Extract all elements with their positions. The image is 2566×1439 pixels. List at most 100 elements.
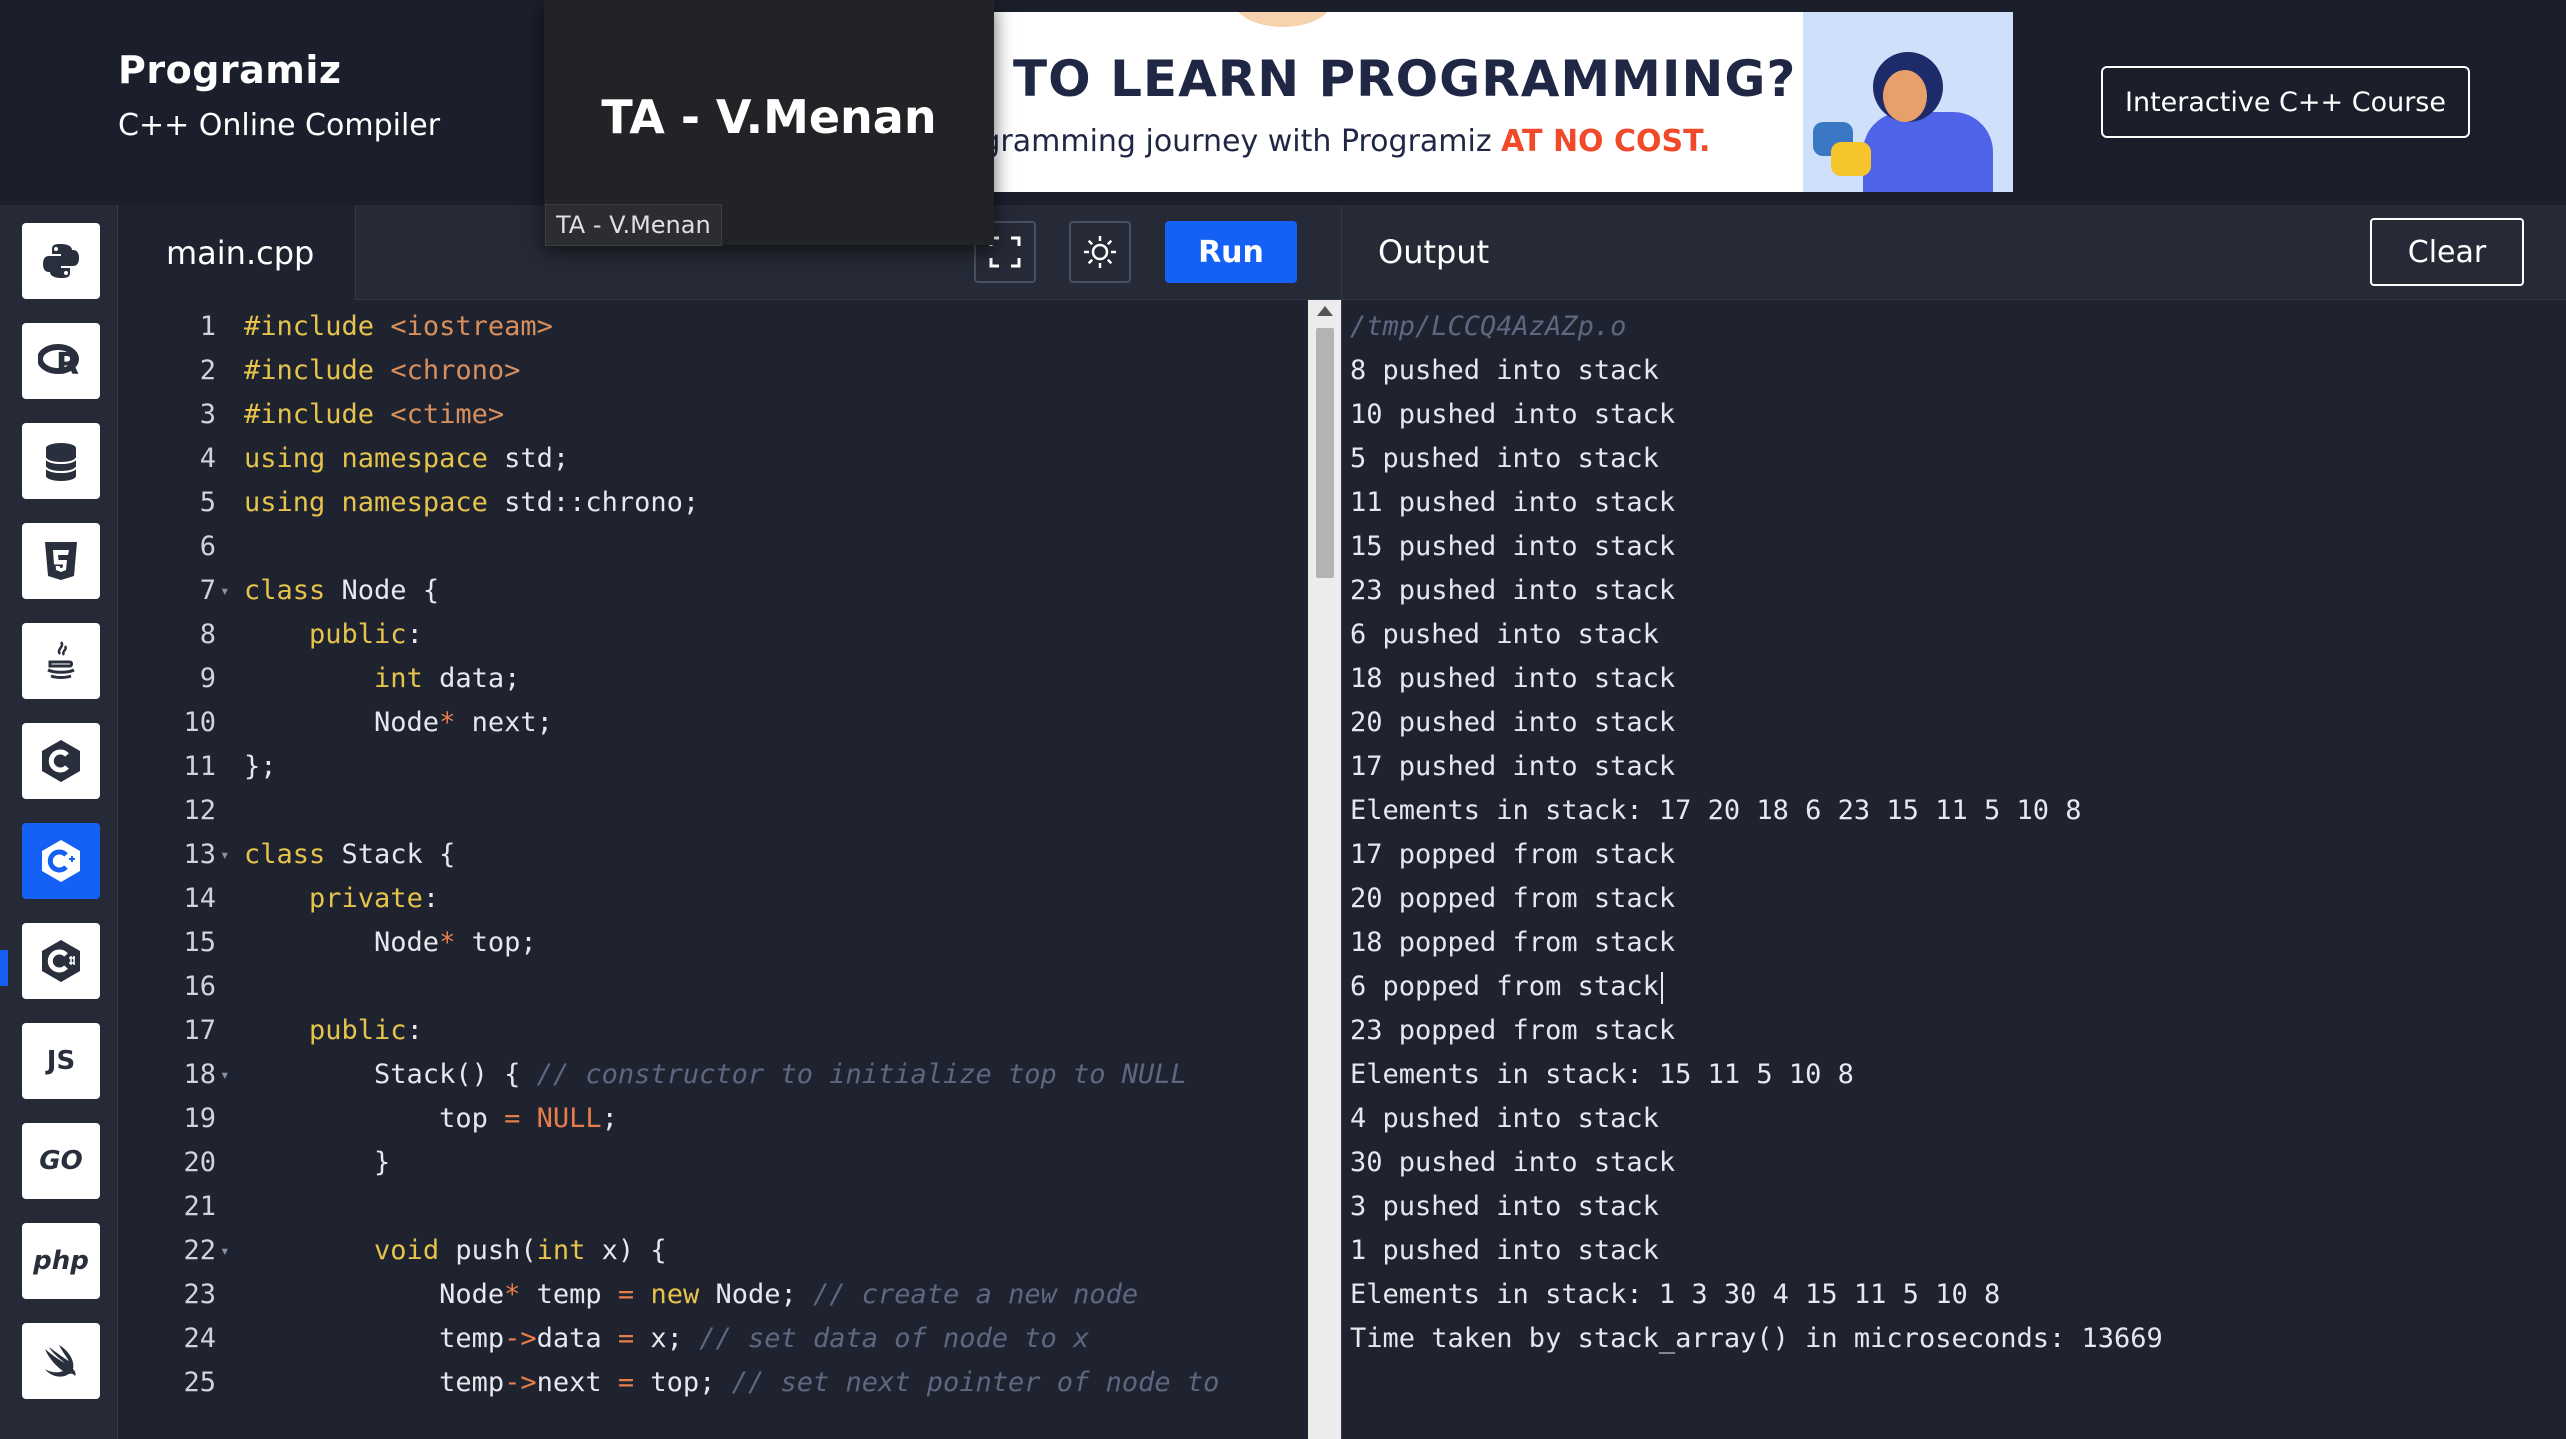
code-line[interactable]: 8 public: — [118, 613, 1308, 657]
code-editor[interactable]: 1 #include <iostream> 2 #include <chrono> 3 #… — [118, 305, 1308, 1439]
line-number: 3 — [199, 399, 216, 430]
code-text: Node* top; — [244, 927, 537, 958]
output-line: Elements in stack: 15 11 5 10 8 — [1350, 1059, 1854, 1090]
output-pane: Output Clear /tmp/LCCQ4AzAZp.o 8 pushed … — [1341, 205, 2566, 1439]
c-icon[interactable] — [22, 723, 100, 799]
code-line[interactable]: 19 top = NULL; — [118, 1097, 1308, 1141]
database-icon[interactable] — [22, 423, 100, 499]
code-line[interactable]: 18 ▾ Stack() { // constructor to initiali… — [118, 1053, 1308, 1097]
java-icon[interactable] — [22, 623, 100, 699]
python-logo-icon-yellow — [1831, 142, 1871, 176]
logo-text: Programiz — [118, 48, 342, 92]
illustration-body — [1863, 112, 1993, 192]
sidebar-active-edge — [0, 950, 8, 986]
js-icon[interactable]: JS — [22, 1023, 100, 1099]
code-text: temp->data = x; // set data of node to x — [244, 1323, 1090, 1354]
r-icon[interactable]: R — [22, 323, 100, 399]
language-sidebar: R JS GO php — [0, 205, 118, 1439]
code-line[interactable]: 21 — [118, 1185, 1308, 1229]
output-line: 8 pushed into stack — [1350, 355, 1659, 386]
go-icon[interactable]: GO — [22, 1123, 100, 1199]
php-icon[interactable]: php — [22, 1223, 100, 1299]
code-text: temp->next = top; // set next pointer of… — [244, 1367, 1220, 1398]
code-line[interactable]: 2 #include <chrono> — [118, 349, 1308, 393]
fold-arrow-icon[interactable]: ▾ — [220, 1053, 230, 1097]
code-text: } — [244, 1147, 391, 1178]
code-text: #include <iostream> — [244, 311, 553, 342]
code-line[interactable]: 6 — [118, 525, 1308, 569]
line-number: 1 — [199, 311, 216, 342]
line-number: 14 — [183, 883, 216, 914]
fold-arrow-icon[interactable]: ▾ — [220, 833, 230, 877]
line-number: 15 — [183, 927, 216, 958]
csharp-icon[interactable] — [22, 923, 100, 999]
code-text: void push(int x) { — [374, 1235, 667, 1266]
code-line[interactable]: 5 using namespace std::chrono; — [118, 481, 1308, 525]
scroll-up-arrow-icon[interactable] — [1317, 306, 1333, 316]
code-line[interactable]: 13 ▾ class Stack { — [118, 833, 1308, 877]
code-line[interactable]: 9 int data; — [118, 657, 1308, 701]
line-number: 23 — [183, 1279, 216, 1310]
code-line[interactable]: 23 Node* temp = new Node; // create a ne… — [118, 1273, 1308, 1317]
code-text: }; — [244, 751, 277, 782]
code-line[interactable]: 11}; — [118, 745, 1308, 789]
output-line: Elements in stack: 17 20 18 6 23 15 11 5… — [1350, 795, 2082, 826]
editor-scrollbar[interactable] — [1308, 300, 1341, 1439]
interactive-course-button[interactable]: Interactive C++ Course — [2101, 66, 2470, 138]
output-line: 20 pushed into stack — [1350, 707, 1676, 738]
cpp-icon[interactable] — [22, 823, 100, 899]
code-line[interactable]: 4 using namespace std; — [118, 437, 1308, 481]
line-number: 20 — [183, 1147, 216, 1178]
code-line[interactable]: 7 ▾ class Node { — [118, 569, 1308, 613]
banner-sub-prefix: ogramming journey with Programiz — [993, 124, 1502, 159]
editor-pane: main.cpp Run 1 #include <iostream> 2 #inclu… — [118, 205, 1341, 1439]
code-text: Stack() { // constructor to initialize t… — [244, 1059, 1187, 1090]
code-line[interactable]: 22 ▾ void push(int x) { — [118, 1229, 1308, 1273]
theme-toggle-button[interactable] — [1069, 221, 1131, 283]
output-line: 17 popped from stack — [1350, 839, 1676, 870]
swift-icon[interactable] — [22, 1323, 100, 1399]
code-line[interactable]: 15 Node* top; — [118, 921, 1308, 965]
output-line: 15 pushed into stack — [1350, 531, 1676, 562]
code-line[interactable]: 17 public: — [118, 1009, 1308, 1053]
code-text: #include <ctime> — [244, 399, 505, 430]
code-line[interactable]: 1 #include <iostream> — [118, 305, 1308, 349]
code-line[interactable]: 16 — [118, 965, 1308, 1009]
tab-tooltip: TA - V.Menan — [545, 204, 722, 246]
output-console[interactable]: /tmp/LCCQ4AzAZp.o 8 pushed into stack 10 … — [1350, 305, 2550, 1361]
code-line[interactable]: 25 temp->next = top; // set next pointer… — [118, 1361, 1308, 1405]
code-line[interactable]: 24 temp->data = x; // set data of node t… — [118, 1317, 1308, 1361]
fold-arrow-icon[interactable]: ▾ — [220, 1229, 230, 1273]
run-button[interactable]: Run — [1165, 221, 1297, 283]
line-number: 21 — [183, 1191, 216, 1222]
output-line: 10 pushed into stack — [1350, 399, 1676, 430]
code-text: class Stack { — [244, 839, 456, 870]
file-tab[interactable]: main.cpp — [118, 205, 356, 300]
logo-block[interactable]: Programiz C++ Online Compiler — [118, 48, 440, 143]
js-label: JS — [46, 1046, 76, 1076]
line-number: 9 — [199, 663, 216, 694]
output-toolbar: Output Clear — [1342, 205, 2566, 300]
fold-arrow-icon[interactable]: ▾ — [220, 569, 230, 613]
code-line[interactable]: 14 private: — [118, 877, 1308, 921]
code-line[interactable]: 12 — [118, 789, 1308, 833]
output-line: 23 popped from stack — [1350, 1015, 1676, 1046]
promo-banner[interactable]: IG TO LEARN PROGRAMMING? ogramming journ… — [993, 12, 2013, 192]
output-line: 5 pushed into stack — [1350, 443, 1659, 474]
code-line[interactable]: 10 Node* next; — [118, 701, 1308, 745]
code-line[interactable]: 20 } — [118, 1141, 1308, 1185]
line-number: 12 — [183, 795, 216, 826]
clear-button[interactable]: Clear — [2370, 218, 2524, 286]
scroll-thumb[interactable] — [1316, 328, 1334, 578]
svg-text:R: R — [56, 347, 79, 381]
output-line: 23 pushed into stack — [1350, 575, 1676, 606]
programiz-logo[interactable]: Programiz — [118, 48, 440, 92]
line-number: 13 — [183, 839, 216, 870]
python-icon[interactable] — [22, 223, 100, 299]
line-number: 16 — [183, 971, 216, 1002]
code-text: private: — [309, 883, 440, 914]
code-line[interactable]: 3 #include <ctime> — [118, 393, 1308, 437]
line-number: 6 — [199, 531, 216, 562]
html5-icon[interactable] — [22, 523, 100, 599]
line-number: 19 — [183, 1103, 216, 1134]
